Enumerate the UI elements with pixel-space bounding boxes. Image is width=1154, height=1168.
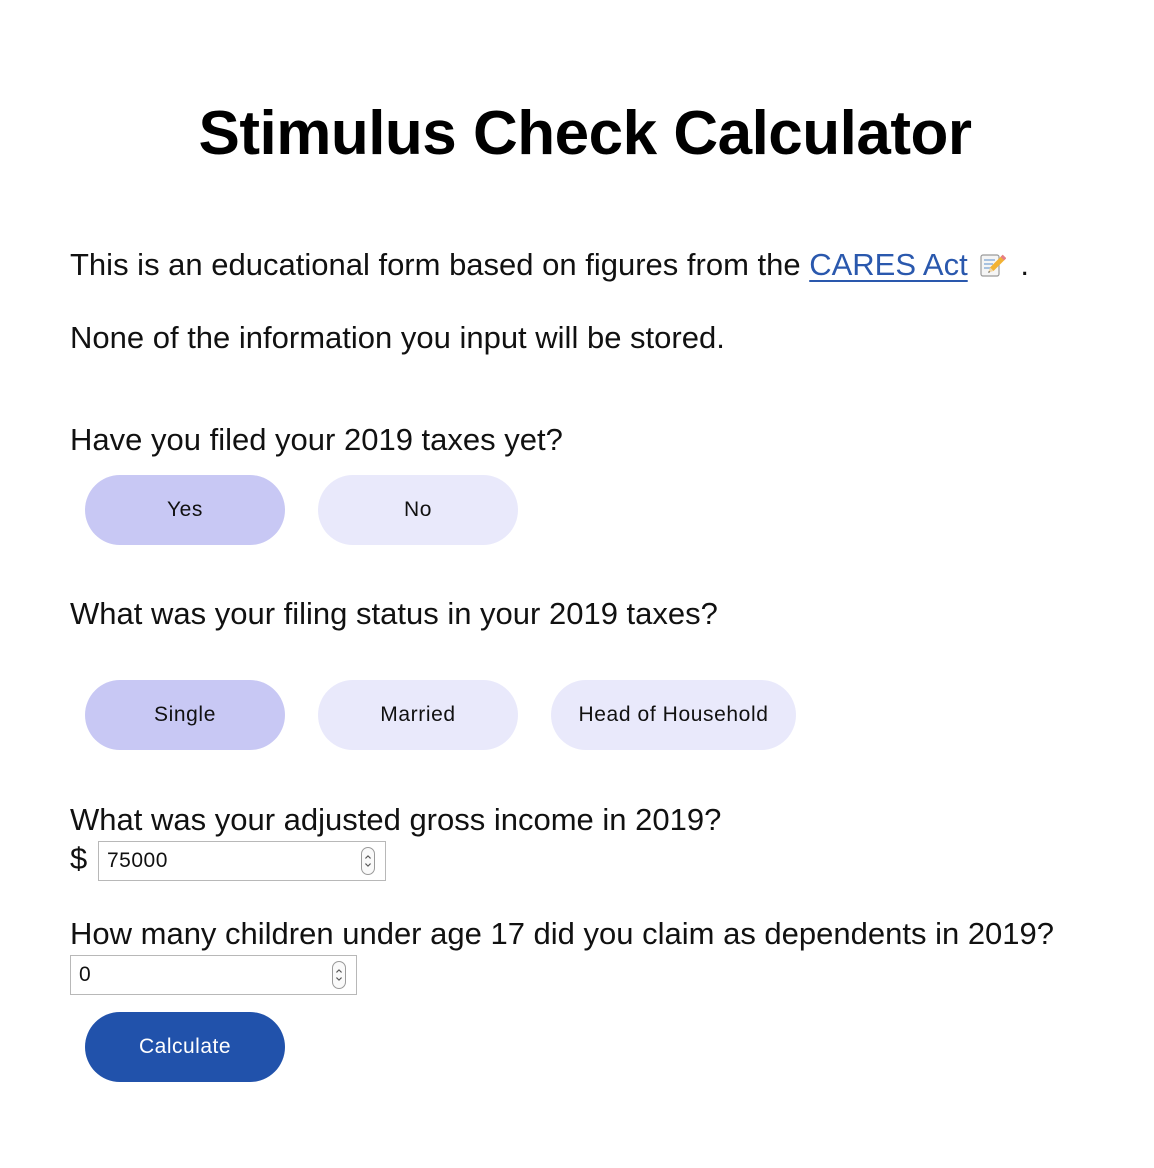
filing-status-single-button[interactable]: Single [85, 680, 285, 750]
income-input-value: 75000 [107, 849, 168, 872]
children-input[interactable]: 0 [70, 955, 357, 995]
filed-no-button[interactable]: No [318, 475, 518, 545]
memo-pencil-icon [980, 254, 1006, 277]
privacy-note: None of the information you input will b… [70, 320, 725, 355]
filed-question-label: Have you filed your 2019 taxes yet? [70, 422, 563, 457]
filed-yes-button[interactable]: Yes [85, 475, 285, 545]
number-spinner-icon[interactable] [332, 961, 346, 989]
number-spinner-icon[interactable] [361, 847, 375, 875]
page-title: Stimulus Check Calculator [198, 99, 972, 168]
calculate-button[interactable]: Calculate [85, 1012, 285, 1082]
filing-status-married-button[interactable]: Married [318, 680, 518, 750]
intro-text-after: . [1011, 247, 1029, 282]
intro-text: This is an educational form based on fig… [70, 245, 1029, 285]
intro-text-before-link: This is an educational form based on fig… [70, 247, 810, 282]
currency-symbol: $ [70, 841, 88, 876]
children-input-value: 0 [79, 963, 92, 986]
cares-act-link[interactable]: CARES Act [809, 247, 968, 282]
income-label: What was your adjusted gross income in 2… [70, 802, 722, 837]
income-input[interactable]: 75000 [98, 841, 386, 881]
children-label: How many children under age 17 did you c… [70, 916, 1055, 951]
filing-status-label: What was your filing status in your 2019… [70, 596, 718, 631]
filing-status-head-of-household-button[interactable]: Head of Household [551, 680, 796, 750]
